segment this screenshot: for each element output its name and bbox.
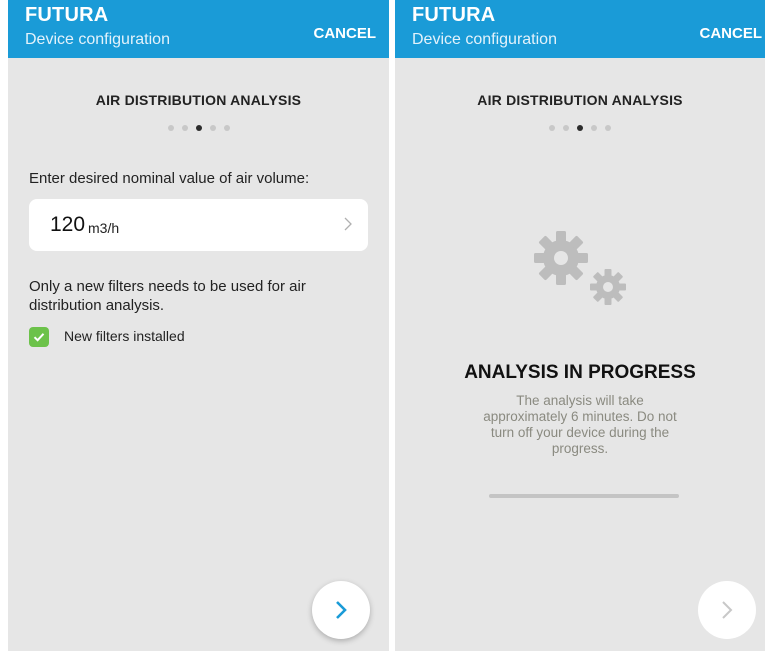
air-volume-value: 120 — [50, 213, 86, 236]
step-dot-3-active — [577, 125, 583, 131]
cancel-button[interactable]: CANCEL — [700, 25, 763, 42]
air-volume-field[interactable]: 120 m3/h — [29, 199, 368, 251]
gears-icon — [534, 231, 626, 305]
next-button-disabled[interactable] — [698, 581, 756, 639]
step-dot-5 — [223, 125, 230, 131]
new-filters-checkbox[interactable] — [29, 327, 49, 347]
step-dot-4 — [591, 125, 597, 131]
step-indicator — [8, 125, 389, 131]
step-dot-2 — [563, 125, 569, 131]
step-dot-5 — [605, 125, 611, 131]
analysis-title: ANALYSIS IN PROGRESS — [464, 362, 696, 383]
new-filters-label: New filters installed — [64, 328, 185, 344]
step-dot-1 — [167, 125, 174, 131]
screen-analysis-in-progress: FUTURA Device configuration CANCEL AIR D… — [395, 0, 765, 651]
chevron-right-icon — [344, 217, 352, 231]
step-dot-1 — [549, 125, 555, 131]
analysis-description: The analysis will take approximately 6 m… — [483, 393, 677, 456]
chevron-right-icon — [722, 601, 733, 619]
step-dot-4 — [209, 125, 216, 131]
chevron-right-icon — [336, 601, 347, 619]
app-subtitle: Device configuration — [25, 31, 170, 48]
app-title: FUTURA — [412, 4, 496, 26]
step-title: AIR DISTRIBUTION ANALYSIS — [477, 92, 683, 108]
filters-info-text: Only a new filters needs to be used for … — [29, 278, 306, 314]
air-volume-prompt: Enter desired nominal value of air volum… — [29, 170, 310, 187]
step-title: AIR DISTRIBUTION ANALYSIS — [95, 92, 302, 108]
next-button[interactable] — [312, 581, 370, 639]
cancel-button[interactable]: CANCEL — [314, 25, 377, 42]
analysis-progress-bar — [489, 494, 679, 498]
check-icon — [33, 333, 45, 342]
step-dot-2 — [181, 125, 188, 131]
app-bar: FUTURA Device configuration CANCEL — [395, 0, 765, 58]
screen-air-volume-setup: FUTURA Device configuration CANCEL AIR D… — [8, 0, 389, 651]
step-dot-3-active — [195, 125, 202, 131]
step-indicator — [395, 125, 765, 131]
air-volume-unit: m3/h — [88, 220, 120, 236]
app-bar: FUTURA Device configuration CANCEL — [8, 0, 389, 58]
app-title: FUTURA — [25, 4, 109, 26]
app-subtitle: Device configuration — [412, 31, 557, 48]
